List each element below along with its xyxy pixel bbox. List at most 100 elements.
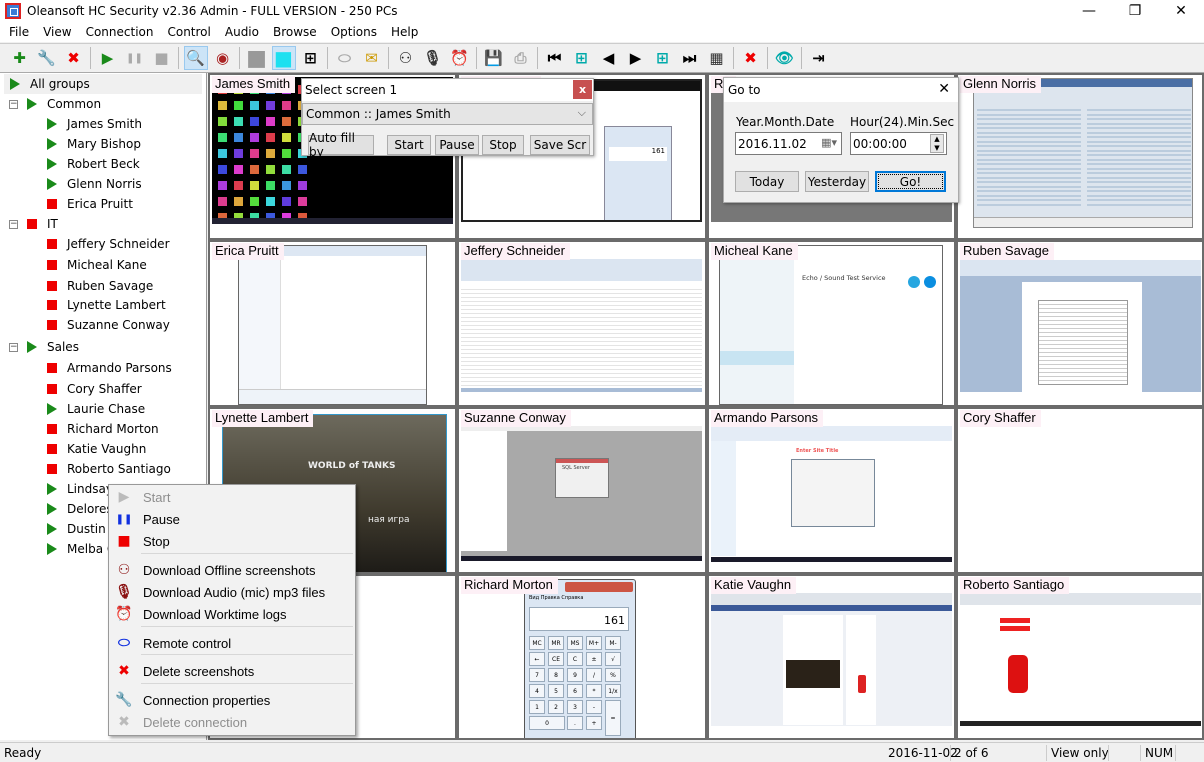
collapse-icon[interactable]: − (9, 342, 18, 352)
close-button[interactable]: ✕ (1158, 0, 1204, 22)
single-view-button[interactable]: ■ (245, 46, 269, 71)
context-menu-item-connection-properties[interactable]: 🔧 Connection properties (109, 689, 355, 711)
pause-button[interactable]: ❚❚ (123, 46, 147, 70)
exit-button[interactable]: ⇥ (807, 46, 831, 70)
menu-connection[interactable]: Connection (79, 25, 161, 39)
collapse-icon[interactable]: − (9, 99, 18, 109)
first-button[interactable]: ⏮ (543, 46, 567, 70)
calendar-dropdown-icon[interactable]: ▦▾ (821, 136, 837, 149)
record-button[interactable]: ◉ (211, 46, 235, 70)
menu-audio[interactable]: Audio (218, 25, 266, 39)
cyan-square-button[interactable]: ■ (271, 46, 296, 70)
context-menu-item-start[interactable]: ▶ Start (109, 486, 355, 508)
alarm-clock-button[interactable]: ⏰ (448, 46, 472, 70)
screen-tile[interactable]: Jeffery Schneider (457, 240, 707, 407)
menu-browse[interactable]: Browse (266, 25, 324, 39)
tree-item-computer[interactable]: Glenn Norris (47, 174, 142, 194)
screen-tile[interactable]: Glenn Norris (956, 73, 1204, 240)
tree-item-computer[interactable]: Richard Morton (47, 419, 159, 439)
context-menu-item-delete-screenshots[interactable]: ✖ Delete screenshots (109, 660, 355, 682)
screenshot-shop[interactable] (960, 593, 1201, 726)
context-menu-item-remote-control[interactable]: ⬭ Remote control (109, 632, 355, 654)
last-button[interactable]: ⏭ (678, 46, 702, 70)
screenshot-social[interactable] (711, 593, 952, 726)
screen-tile[interactable]: Erica Pruitt (208, 240, 457, 407)
screen-tile[interactable]: Ruben Savage (956, 240, 1204, 407)
tree-item-computer[interactable]: Cory Shaffer (47, 379, 142, 399)
context-menu-item-download-offline-screenshots[interactable]: ⚇ Download Offline screenshots (109, 559, 355, 581)
yesterday-button[interactable]: Yesterday (805, 171, 869, 192)
remote-control-button[interactable]: ⬭ (333, 46, 357, 70)
tree-group-it[interactable]: − IT (9, 214, 58, 234)
go-button[interactable]: Go! (875, 171, 946, 192)
stop-button[interactable]: ■ (150, 46, 174, 70)
menu-file[interactable]: File (2, 25, 36, 39)
tree-item-computer[interactable]: Melba C (47, 539, 115, 559)
tree-item-computer[interactable]: James Smith (47, 114, 142, 134)
screen-tile[interactable]: Cory Shaffer (956, 407, 1204, 574)
screen-tile[interactable]: Вид Правка Справка 161 MC MR MS M+ M- ← CE C ± √ 7 8 9… (457, 574, 707, 740)
tree-group-common[interactable]: − Common (9, 94, 101, 114)
menu-control[interactable]: Control (160, 25, 217, 39)
tree-item-computer[interactable]: Armando Parsons (47, 358, 172, 378)
menu-help[interactable]: Help (384, 25, 425, 39)
eye-button[interactable]: 👁 (773, 46, 797, 70)
first-page-grid-button[interactable]: ⊞ (570, 46, 594, 70)
tree-item-computer[interactable]: Mary Bishop (47, 134, 141, 154)
microphone-button[interactable]: 🎙 (421, 46, 445, 70)
tree-item-computer[interactable]: Laurie Chase (47, 399, 145, 419)
screenshot-website-builder[interactable]: Enter Site Title (711, 426, 952, 562)
tree-item-computer[interactable]: Erica Pruitt (47, 194, 133, 214)
cancel-button[interactable]: ✖ (739, 46, 763, 70)
screenshot-sql[interactable]: SQL Server (461, 426, 702, 561)
time-spinner[interactable]: ▲ ▼ (930, 134, 944, 153)
next-page-grid-button[interactable]: ⊞ (651, 46, 675, 70)
next-button[interactable]: ▶ (624, 46, 648, 70)
auto-fill-by-button[interactable]: Auto fill by (308, 131, 374, 159)
tree-item-computer[interactable]: Katie Vaughn (47, 439, 146, 459)
tree-item-computer[interactable]: Micheal Kane (47, 255, 147, 275)
screenshot-calculator[interactable]: Вид Правка Справка 161 MC MR MS M+ M- ← CE C ± √ 7 8 9… (524, 579, 636, 738)
mail-button[interactable]: ✉ (360, 46, 384, 70)
screenshot-file-manager[interactable] (973, 78, 1193, 228)
restore-button[interactable]: ❐ (1112, 0, 1158, 22)
tree-item-computer[interactable]: Ruben Savage (47, 276, 153, 296)
screen-tile[interactable]: Katie Vaughn (707, 574, 956, 740)
context-menu-item-download-worktime-logs[interactable]: ⏰ Download Worktime logs (109, 603, 355, 625)
dialog-stop-button[interactable]: Stop (482, 135, 524, 155)
save-button[interactable]: 💾 (482, 46, 506, 70)
tree-group-sales[interactable]: − Sales (9, 337, 79, 357)
screenshot-explorer[interactable] (238, 245, 427, 405)
dialog-pause-button[interactable]: Pause (435, 135, 479, 155)
wrench-button[interactable]: 🔧 (35, 46, 59, 70)
binoculars-button[interactable]: ⚇ (394, 46, 418, 70)
screenshot-spreadsheet[interactable] (461, 259, 702, 392)
screen-tile[interactable]: SQL Server Suzanne Conway (457, 407, 707, 574)
tree-item-computer[interactable]: Lynette Lambert (47, 295, 166, 315)
play-button[interactable]: ▶ (96, 46, 120, 70)
screenshot-document[interactable] (960, 260, 1201, 392)
menu-options[interactable]: Options (324, 25, 384, 39)
print-button[interactable]: ⎙ (509, 46, 533, 70)
tree-item-computer[interactable]: Roberto Santiago (47, 459, 171, 479)
select-screen-close-button[interactable]: x (573, 80, 592, 99)
dialog-start-button[interactable]: Start (387, 135, 431, 155)
quad-view-button[interactable]: ⊞ (299, 46, 323, 70)
collapse-icon[interactable]: − (9, 219, 18, 229)
goto-close-button[interactable]: ✕ (938, 81, 950, 97)
screen-tile[interactable]: Echo / Sound Test Service Micheal Kane (707, 240, 956, 407)
delete-button[interactable]: ✖ (62, 46, 86, 70)
tree-item-computer[interactable]: Suzanne Conway (47, 315, 170, 335)
tree-item-computer[interactable]: Lindsay (47, 479, 113, 499)
today-button[interactable]: Today (735, 171, 799, 192)
tree-item-all-groups[interactable]: All groups (10, 74, 90, 94)
date-picker[interactable]: 2016.11.02 ▦▾ (735, 132, 842, 155)
tree-item-computer[interactable]: Delores (47, 499, 113, 519)
prev-button[interactable]: ◀ (597, 46, 621, 70)
tree-item-computer[interactable]: Robert Beck (47, 154, 140, 174)
context-menu-item-stop[interactable]: ■ Stop (109, 530, 355, 552)
screen-tile[interactable]: Enter Site Title Armando Parsons (707, 407, 956, 574)
context-menu-item-delete-connection[interactable]: ✖ Delete connection (109, 711, 355, 733)
zoom-button[interactable]: 🔍 (183, 46, 208, 70)
screen-select-dropdown[interactable]: Common :: James Smith ⌵ (302, 103, 593, 125)
